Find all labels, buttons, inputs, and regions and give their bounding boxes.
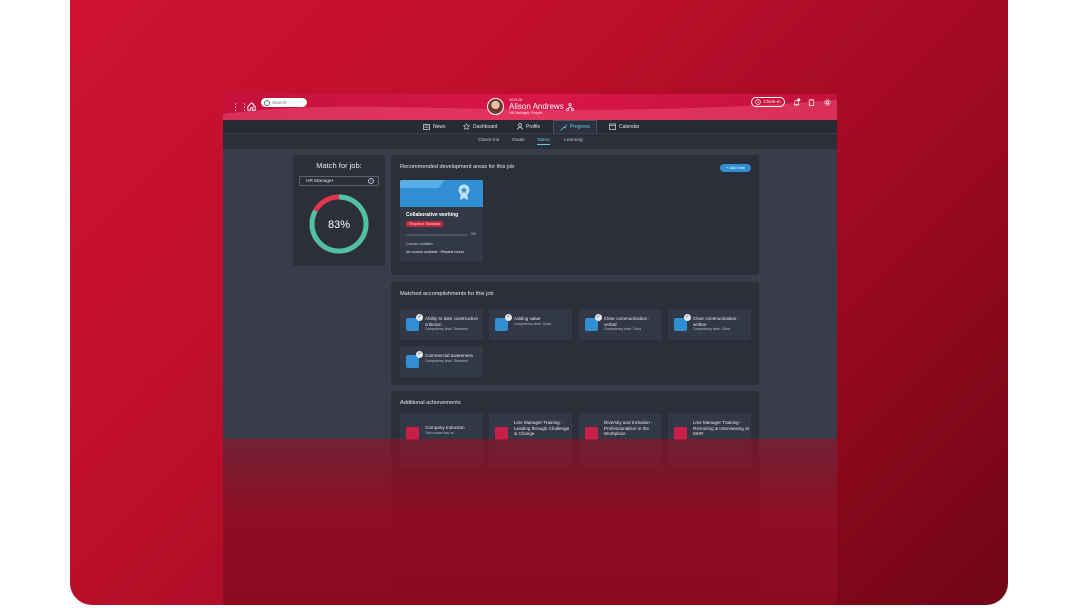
search-input[interactable] xyxy=(272,100,306,105)
job-select[interactable]: HR Manager × xyxy=(299,176,379,186)
nav-calendar[interactable]: Calendar xyxy=(609,120,639,133)
accomplishment-title: Clear communication - verbal xyxy=(604,316,650,327)
clock-icon xyxy=(755,99,762,105)
search-box[interactable] xyxy=(261,98,307,107)
required-badge: Required: Standard xyxy=(406,221,444,227)
progress-label: 0% xyxy=(471,232,477,236)
banner-flap xyxy=(400,180,445,188)
nav-progress-label: Progress xyxy=(570,124,591,130)
subnav-learning[interactable]: Learning xyxy=(564,138,583,143)
check-icon: ✓ xyxy=(505,314,512,321)
user-role: HR Manager, People xyxy=(509,111,543,115)
check-icon: ✓ xyxy=(416,351,423,358)
check-icon: ✓ xyxy=(416,314,423,321)
avatar[interactable] xyxy=(487,98,504,115)
top-header: ⋮⋮⋮ 000128 Alison Andrews HR Manager, Pe… xyxy=(223,94,837,120)
achievement-sub: This course has no xyxy=(425,430,454,435)
clipboard-icon[interactable] xyxy=(807,98,816,107)
nav-profile[interactable]: Profile xyxy=(517,120,540,133)
match-donut: 83% xyxy=(309,194,369,254)
development-item[interactable]: Collaborative working Required: Standard… xyxy=(400,180,483,262)
accomplishment-level: Competency level: Good xyxy=(693,327,731,332)
subnav-check-ins[interactable]: Check-ins xyxy=(478,138,499,143)
accomplishment-item[interactable]: ✓ Clear communication - verbal Competency… xyxy=(579,309,662,340)
accomplishments-title: Matched accomplishments for this job xyxy=(400,291,494,297)
app-window: ⋮⋮⋮ 000128 Alison Andrews HR Manager, Pe… xyxy=(223,94,837,605)
accomplishment-item[interactable]: ✓ Commercial awareness Competency level: … xyxy=(400,346,483,377)
achievement-item[interactable]: Line Manager Training - Leading through … xyxy=(489,413,572,467)
star-icon xyxy=(463,123,470,130)
accomplishment-item[interactable]: ✓ Ability to take constructive criticism… xyxy=(400,309,483,340)
accomplishment-level: Competency level: Good xyxy=(604,327,642,332)
apps-grid-icon[interactable]: ⋮⋮⋮ xyxy=(231,102,258,112)
development-item-title: Collaborative working xyxy=(406,212,459,218)
subnav-talent[interactable]: Talent xyxy=(537,138,550,145)
gear-icon[interactable] xyxy=(823,98,832,107)
nav-dashboard-label: Dashboard xyxy=(473,123,498,130)
development-progress-bar xyxy=(406,234,468,236)
clear-icon[interactable]: × xyxy=(368,178,374,184)
achievement-item[interactable]: Company Induction This course has no xyxy=(400,413,483,467)
subnav-goals[interactable]: Goals xyxy=(512,138,525,143)
sub-nav: Check-ins Goals Talent Learning xyxy=(223,134,837,149)
achievement-icon xyxy=(495,427,508,440)
check-icon: ✓ xyxy=(684,314,691,321)
marketing-background: ⋮⋮⋮ 000128 Alison Andrews HR Manager, Pe… xyxy=(70,0,1008,605)
nav-dashboard[interactable]: Dashboard xyxy=(463,120,497,133)
achievement-title: Line Manager Training - Recruiting & Int… xyxy=(693,420,749,437)
calendar-icon xyxy=(609,123,616,130)
accomplishment-item[interactable]: ✓ Clear communication - written Competenc… xyxy=(668,309,751,340)
news-icon xyxy=(423,123,430,130)
achievement-item[interactable]: Line Manager Training - Recruiting & Int… xyxy=(668,413,751,467)
accomplishment-level: Competency level: Standard xyxy=(425,358,468,363)
accomplishment-title: Ability to take constructive criticism xyxy=(425,316,479,327)
achievement-icon xyxy=(674,427,687,440)
courses-meta: Courses available xyxy=(406,242,433,246)
development-card: Recommended development areas for this j… xyxy=(391,155,759,275)
accomplishment-title: Clear communication - written xyxy=(693,316,739,327)
nav-news-label: News xyxy=(433,123,446,130)
job-select-value: HR Manager xyxy=(306,179,334,184)
add-new-button[interactable]: + Add new xyxy=(720,164,751,172)
accomplishment-item[interactable]: ✓ Adding value Competency level: Good xyxy=(489,309,572,340)
nav-profile-label: Profile xyxy=(526,123,541,130)
org-chart-icon[interactable] xyxy=(566,103,574,111)
achievement-title: Diversity and Inclusion - Professionalis… xyxy=(604,420,653,437)
check-icon: ✓ xyxy=(595,314,602,321)
development-banner xyxy=(400,180,483,207)
match-title: Match for job: xyxy=(316,161,362,170)
nav-news[interactable]: News xyxy=(423,120,446,133)
accomplishment-level: Competency level: Standard xyxy=(425,327,468,332)
achievement-title: Line Manager Training - Leading through … xyxy=(514,420,570,437)
award-ribbon-icon xyxy=(458,184,470,200)
clock-in-label: Clock-in xyxy=(763,99,781,105)
achievement-icon xyxy=(585,427,598,440)
home-icon[interactable] xyxy=(246,101,257,112)
user-name: Alison Andrews xyxy=(509,102,564,111)
person-icon xyxy=(517,123,523,130)
achievement-item[interactable]: Diversity and Inclusion - Professionalis… xyxy=(579,413,662,467)
accomplishment-title: Commercial awareness xyxy=(425,353,473,358)
bell-icon[interactable] xyxy=(792,98,801,107)
accomplishments-card: Matched accomplishments for this job ✓ A… xyxy=(391,282,759,385)
progress-icon xyxy=(560,123,567,131)
clock-in-button[interactable]: Clock-in xyxy=(751,97,785,107)
achievements-card: Additional achievements Company Inductio… xyxy=(391,391,759,591)
request-course-link[interactable]: No courses available - Request course xyxy=(406,250,464,254)
match-percent: 83% xyxy=(328,219,350,231)
development-title: Recommended development areas for this j… xyxy=(400,164,515,170)
achievements-title: Additional achievements xyxy=(400,400,461,406)
nav-calendar-label: Calendar xyxy=(619,123,640,130)
search-icon xyxy=(264,99,270,106)
match-card: Match for job: HR Manager × 83% xyxy=(293,155,385,266)
achievement-icon xyxy=(406,427,419,440)
accomplishment-level: Competency level: Good xyxy=(514,321,552,326)
main-nav: News Dashboard Profile Progress Calendar xyxy=(223,120,837,134)
nav-progress[interactable]: Progress xyxy=(553,120,598,133)
